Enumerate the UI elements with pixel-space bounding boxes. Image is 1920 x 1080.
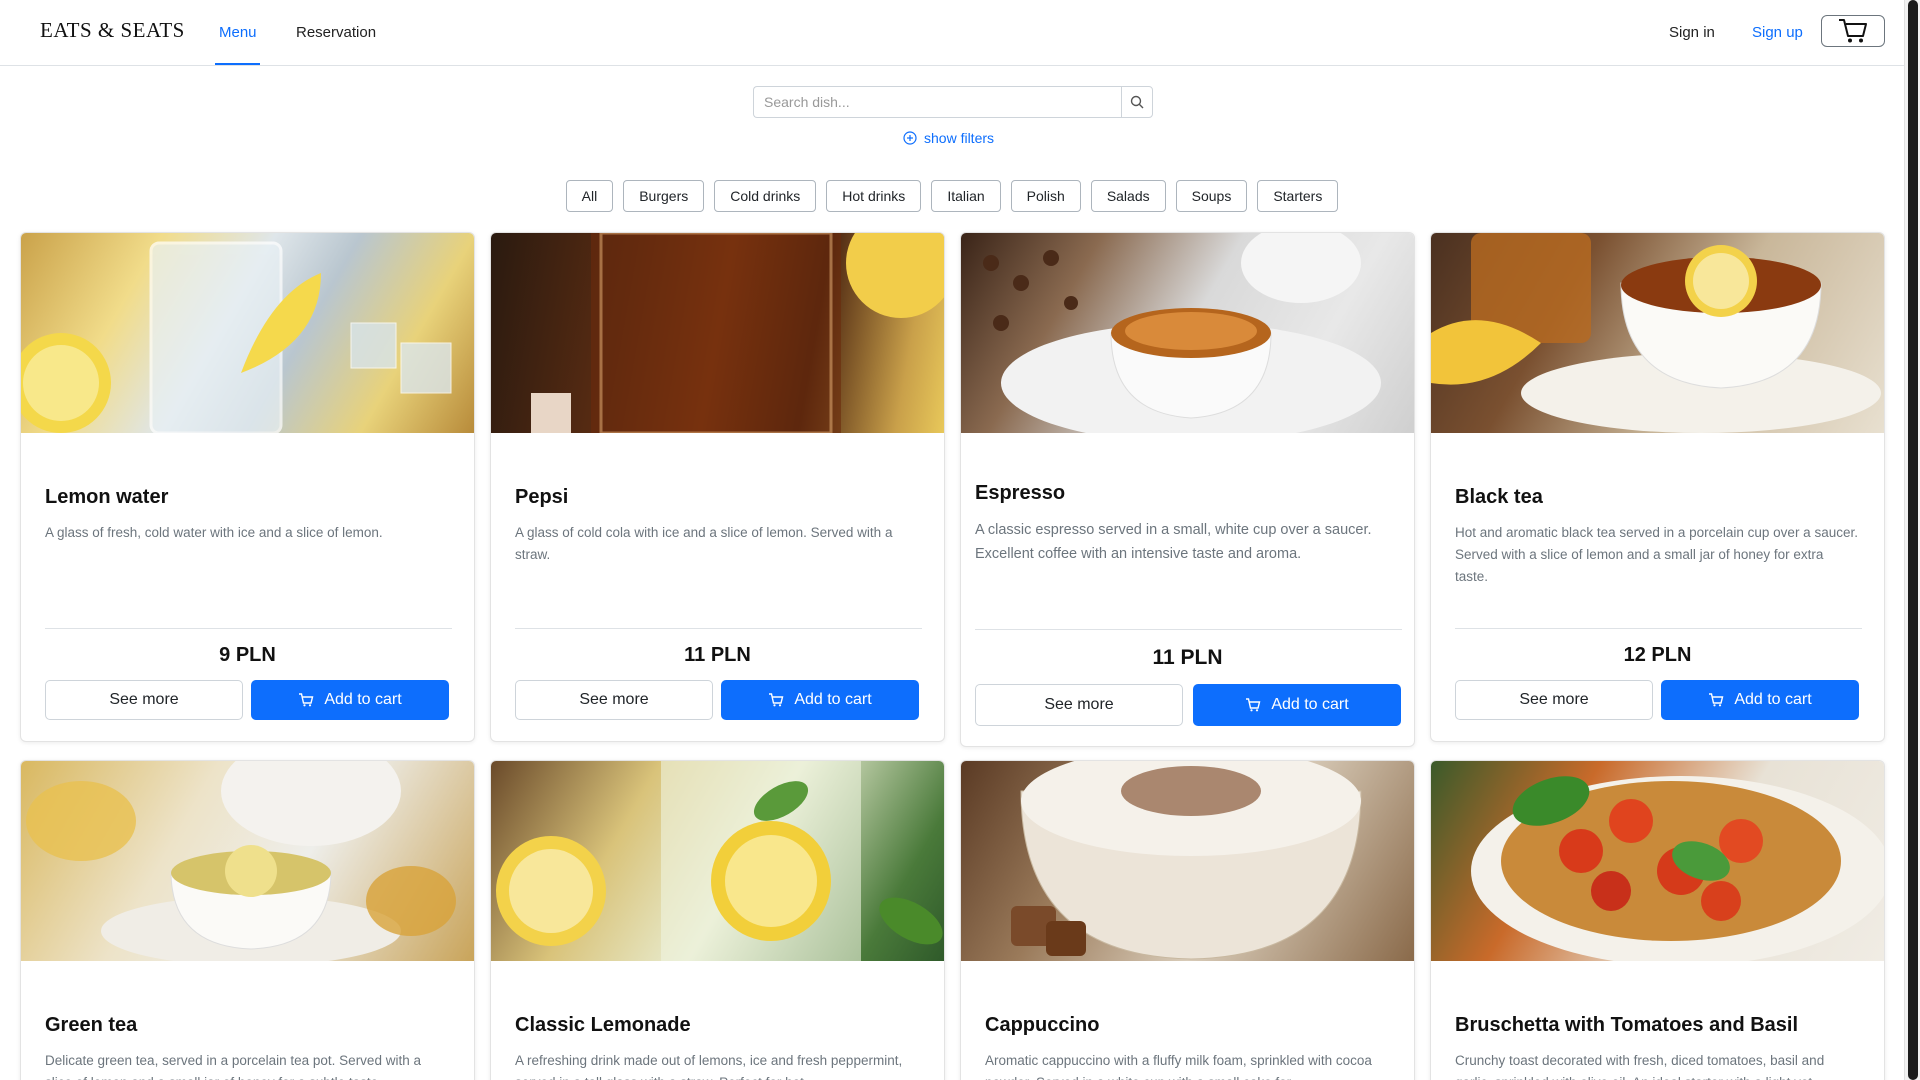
dish-description: Aromatic cappuccino with a fluffy milk f… xyxy=(985,1053,1372,1080)
dish-image xyxy=(21,233,474,433)
dish-image xyxy=(961,233,1414,433)
category-chip-soups[interactable]: Soups xyxy=(1175,180,1248,212)
dish-card: Green tea Delicate green tea, served in … xyxy=(20,760,475,1080)
add-to-cart-button[interactable]: Add to cart xyxy=(1193,684,1401,726)
dish-description: A glass of cold cola with ice and a slic… xyxy=(515,525,893,562)
plus-circle-icon xyxy=(903,131,917,145)
dish-card: Black tea Hot and aromatic black tea ser… xyxy=(1430,232,1885,742)
dish-image xyxy=(491,233,944,433)
cart-icon xyxy=(769,693,784,707)
add-to-cart-button[interactable]: Add to cart xyxy=(251,680,449,720)
see-more-button[interactable]: See more xyxy=(975,684,1183,726)
see-more-button[interactable]: See more xyxy=(1455,680,1653,720)
category-filter-bar: All Burgers Cold drinks Hot drinks Itali… xyxy=(0,180,1904,212)
sign-up-link[interactable]: Sign up xyxy=(1752,24,1803,41)
see-more-button[interactable]: See more xyxy=(515,680,713,720)
dish-price: 11 PLN xyxy=(684,644,751,666)
add-to-cart-button[interactable]: Add to cart xyxy=(721,680,919,720)
dish-card: Bruschetta with Tomatoes and Basil Crunc… xyxy=(1430,760,1885,1080)
dish-name: Lemon water xyxy=(45,486,169,508)
dish-price: 11 PLN xyxy=(1152,646,1223,669)
card-divider xyxy=(975,629,1402,630)
see-more-label: See more xyxy=(109,691,179,708)
dish-price: 9 PLN xyxy=(219,644,276,666)
category-chip-starters[interactable]: Starters xyxy=(1257,180,1339,212)
cart-icon xyxy=(1839,19,1867,43)
add-to-cart-label: Add to cart xyxy=(1271,696,1349,713)
card-divider xyxy=(45,628,452,629)
dish-card: Lemon water A glass of fresh, cold water… xyxy=(20,232,475,742)
dish-description: A classic espresso served in a small, wh… xyxy=(975,522,1372,562)
nav-menu-link[interactable]: Menu xyxy=(219,24,257,41)
top-navbar: EATS & SEATS Menu Reservation Sign in Si… xyxy=(0,0,1904,66)
cart-button[interactable] xyxy=(1821,15,1885,47)
add-to-cart-button[interactable]: Add to cart xyxy=(1661,680,1859,720)
dish-image xyxy=(1431,761,1884,961)
scrollbar-thumb[interactable] xyxy=(1908,0,1918,1080)
dish-card: Espresso A classic espresso served in a … xyxy=(960,232,1415,747)
see-more-button[interactable]: See more xyxy=(45,680,243,720)
page-scrollbar[interactable] xyxy=(1904,0,1920,1080)
dish-card: Cappuccino Aromatic cappuccino with a fl… xyxy=(960,760,1415,1080)
dish-description: Crunchy toast decorated with fresh, dice… xyxy=(1455,1053,1825,1080)
category-chip-cold-drinks[interactable]: Cold drinks xyxy=(714,180,817,212)
category-chip-polish[interactable]: Polish xyxy=(1010,180,1081,212)
category-chip-italian[interactable]: Italian xyxy=(931,180,1001,212)
category-chip-hot-drinks[interactable]: Hot drinks xyxy=(826,180,922,212)
cart-icon xyxy=(299,693,314,707)
dish-image xyxy=(491,761,944,961)
dish-name: Espresso xyxy=(975,482,1066,504)
add-to-cart-label: Add to cart xyxy=(324,691,402,708)
dish-card: Pepsi A glass of cold cola with ice and … xyxy=(490,232,945,742)
dish-image xyxy=(21,761,474,961)
dish-name: Cappuccino xyxy=(985,1014,1100,1036)
dish-name: Pepsi xyxy=(515,486,569,508)
search-icon xyxy=(1130,95,1144,109)
card-divider xyxy=(515,628,922,629)
see-more-label: See more xyxy=(1044,696,1114,713)
dish-description: A glass of fresh, cold water with ice an… xyxy=(45,525,383,540)
search-bar xyxy=(753,86,1153,118)
dish-name: Black tea xyxy=(1455,486,1543,508)
cart-icon xyxy=(1246,698,1261,712)
category-chip-burgers[interactable]: Burgers xyxy=(623,180,705,212)
dish-name: Classic Lemonade xyxy=(515,1014,691,1036)
active-tab-indicator xyxy=(215,63,260,65)
dish-card: Classic Lemonade A refreshing drink made… xyxy=(490,760,945,1080)
dish-description: Hot and aromatic black tea served in a p… xyxy=(1455,525,1858,584)
dish-image xyxy=(1431,233,1884,433)
dish-name: Bruschetta with Tomatoes and Basil xyxy=(1455,1014,1799,1036)
brand-logo[interactable]: EATS & SEATS xyxy=(40,18,185,43)
card-divider xyxy=(1455,628,1862,629)
category-chip-salads[interactable]: Salads xyxy=(1090,180,1166,212)
see-more-label: See more xyxy=(579,691,649,708)
search-input[interactable] xyxy=(753,86,1121,118)
nav-reservation-link[interactable]: Reservation xyxy=(296,24,376,41)
search-button[interactable] xyxy=(1121,86,1153,118)
add-to-cart-label: Add to cart xyxy=(1734,691,1812,708)
show-filters-label: show filters xyxy=(924,130,995,146)
dish-name: Green tea xyxy=(45,1014,138,1036)
sign-in-link[interactable]: Sign in xyxy=(1669,24,1715,41)
dish-description: Delicate green tea, served in a porcelai… xyxy=(45,1053,421,1080)
cart-icon xyxy=(1709,693,1724,707)
dish-price: 12 PLN xyxy=(1623,644,1692,666)
dish-description: A refreshing drink made out of lemons, i… xyxy=(515,1053,903,1080)
category-chip-all[interactable]: All xyxy=(565,180,614,212)
show-filters-toggle[interactable]: show filters xyxy=(903,130,994,146)
add-to-cart-label: Add to cart xyxy=(794,691,872,708)
dish-image xyxy=(961,761,1414,961)
see-more-label: See more xyxy=(1519,691,1589,708)
